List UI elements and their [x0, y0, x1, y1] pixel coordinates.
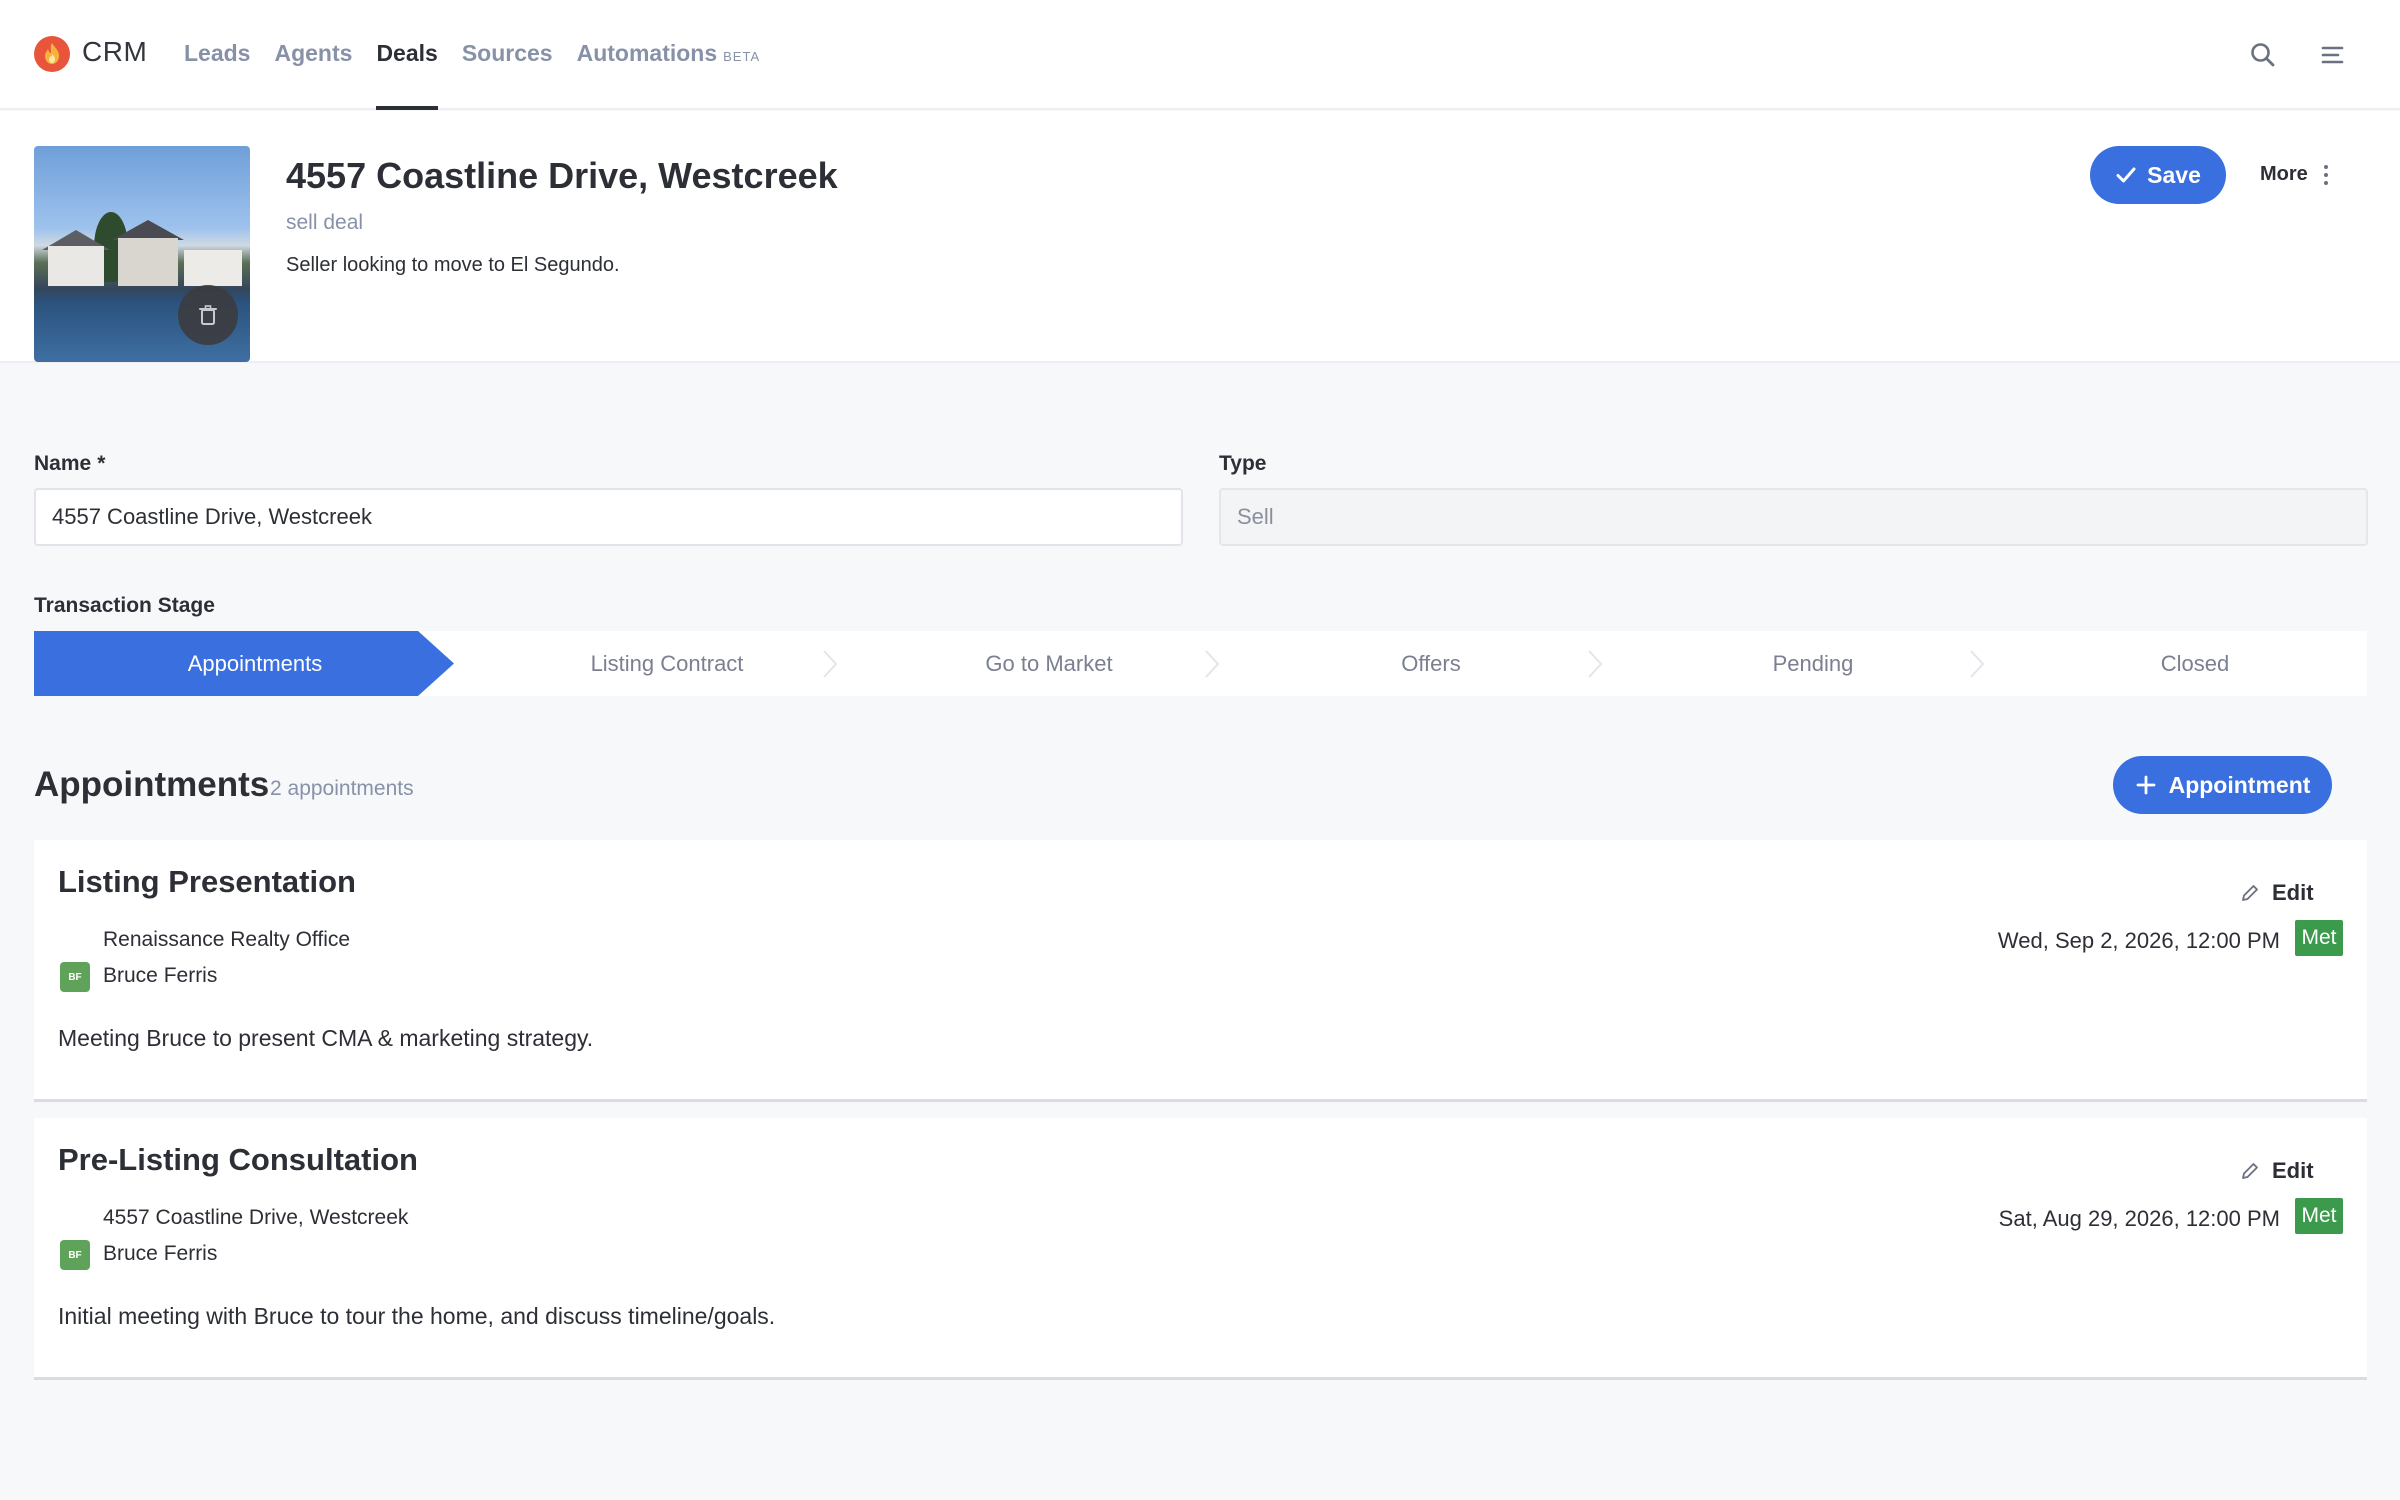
required-marker: * — [97, 452, 106, 475]
transaction-stage-label: Transaction Stage — [34, 594, 215, 617]
save-button-label: Save — [2147, 161, 2201, 188]
deal-subtitle: sell deal — [286, 211, 364, 234]
appointment-card: Listing Presentation Edit Renaissance Re… — [34, 840, 2367, 1102]
pencil-icon — [2242, 885, 2258, 901]
nav-automations[interactable]: Automations BETA — [577, 40, 761, 110]
photo-house — [48, 246, 104, 286]
menu-icon[interactable] — [2318, 40, 2348, 70]
nav-leads[interactable]: Leads — [184, 40, 250, 110]
check-icon — [2116, 167, 2136, 183]
name-field-label: Name * — [34, 452, 105, 476]
type-field[interactable]: Sell — [1219, 488, 2368, 546]
plus-icon — [2136, 775, 2155, 795]
more-button[interactable]: More — [2260, 163, 2328, 186]
add-appointment-button[interactable]: Appointment — [2113, 756, 2332, 814]
save-button[interactable]: Save — [2090, 146, 2226, 204]
appointments-count: 2 appointments — [270, 777, 414, 800]
more-button-label: More — [2260, 163, 2308, 185]
brand-name: CRM — [82, 36, 148, 67]
trash-icon[interactable] — [178, 285, 238, 345]
appointment-datetime: Wed, Sep 2, 2026, 12:00 PM — [1997, 928, 2280, 953]
stage-pending[interactable]: Pending — [1622, 631, 2004, 696]
appointment-person[interactable]: Bruce Ferris — [103, 1242, 217, 1266]
edit-label: Edit — [2272, 880, 2314, 905]
stage-appointments[interactable]: Appointments — [34, 631, 476, 696]
edit-label: Edit — [2272, 1158, 2314, 1183]
transaction-stage-bar: Appointments Listing Contract Go to Mark… — [34, 631, 2367, 696]
photo-roof — [112, 220, 184, 240]
appointments-heading: Appointments — [34, 765, 270, 804]
edit-appointment-button[interactable]: Edit — [2240, 1158, 2314, 1184]
flame-logo-icon[interactable] — [34, 36, 70, 72]
stage-closed[interactable]: Closed — [2004, 631, 2386, 696]
appointment-note: Meeting Bruce to present CMA & marketing… — [58, 1025, 594, 1051]
name-label-text: Name — [34, 452, 92, 475]
deal-description: Seller looking to move to El Segundo. — [286, 254, 620, 276]
stage-listing-contract[interactable]: Listing Contract — [476, 631, 858, 696]
pencil-icon — [2242, 1163, 2258, 1179]
beta-badge: BETA — [723, 49, 761, 64]
deal-title: 4557 Coastline Drive, Westcreek — [286, 155, 838, 196]
appointment-location: Renaissance Realty Office — [103, 928, 351, 951]
appointment-location: 4557 Coastline Drive, Westcreek — [103, 1206, 409, 1229]
nav-deals[interactable]: Deals — [376, 40, 439, 110]
appointment-note: Initial meeting with Bruce to tour the h… — [58, 1303, 776, 1329]
top-nav: CRM Leads Agents Deals Sources Automatio… — [0, 0, 2400, 110]
appointment-person[interactable]: Bruce Ferris — [103, 964, 217, 988]
photo-house — [184, 250, 242, 286]
name-input[interactable]: 4557 Coastline Drive, Westcreek — [34, 488, 1183, 546]
nav-automations-label: Automations — [576, 40, 718, 66]
nav-agents[interactable]: Agents — [274, 40, 352, 110]
edit-appointment-button[interactable]: Edit — [2240, 880, 2314, 906]
stage-go-to-market[interactable]: Go to Market — [858, 631, 1240, 696]
search-icon[interactable] — [2248, 40, 2278, 70]
add-appointment-label: Appointment — [2168, 771, 2311, 798]
appointment-title: Pre-Listing Consultation — [58, 1142, 418, 1177]
avatar: BF — [60, 1240, 90, 1270]
photo-house — [118, 238, 178, 286]
deal-header: 4557 Coastline Drive, Westcreek sell dea… — [0, 111, 2400, 363]
kebab-icon — [2323, 164, 2328, 185]
nav-sources[interactable]: Sources — [462, 40, 553, 110]
type-field-label: Type — [1219, 452, 1267, 475]
appointment-datetime: Sat, Aug 29, 2026, 12:00 PM — [1998, 1206, 2280, 1231]
appointment-card: Pre-Listing Consultation Edit 4557 Coast… — [34, 1118, 2367, 1380]
avatar: BF — [60, 962, 90, 992]
main-nav: Leads Agents Deals Sources Automations BE… — [184, 40, 784, 110]
status-badge: Met — [2295, 920, 2343, 956]
stage-offers[interactable]: Offers — [1240, 631, 1622, 696]
appointment-title: Listing Presentation — [58, 864, 356, 899]
status-badge: Met — [2295, 1198, 2343, 1234]
